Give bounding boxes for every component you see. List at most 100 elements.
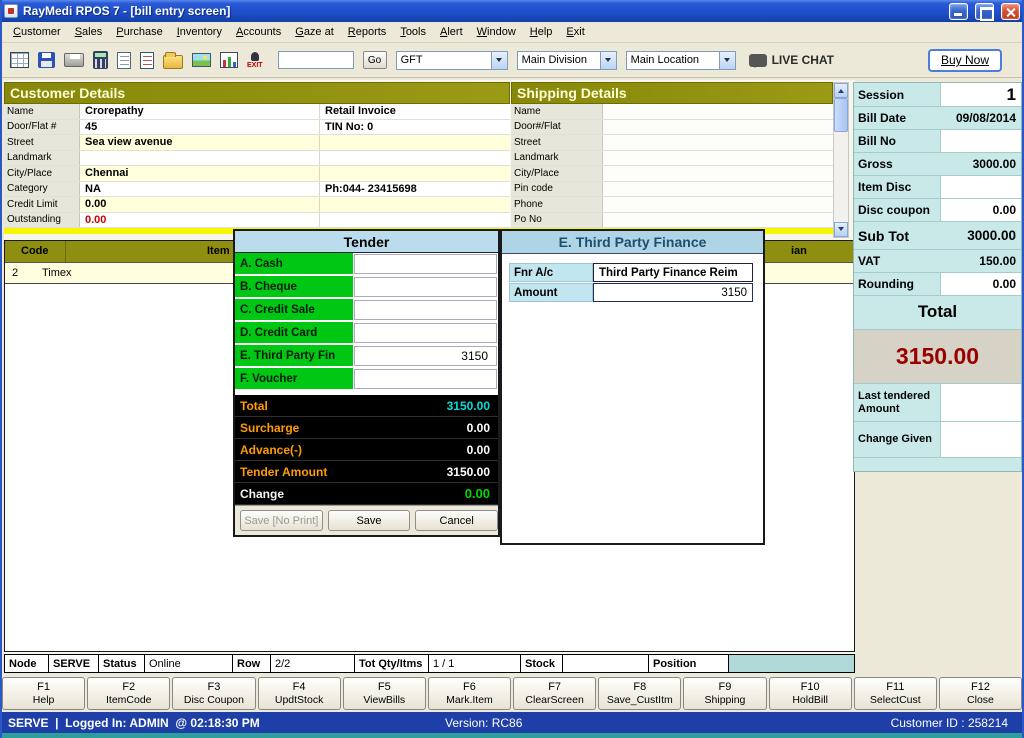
go-button[interactable]: Go — [362, 51, 387, 69]
menu-alert[interactable]: Alert — [433, 23, 470, 41]
menu-exit[interactable]: Exit — [559, 23, 591, 41]
customer-row-credit-limit: Credit Limit 0.00 — [4, 197, 510, 213]
f11-selectcust-button[interactable]: F11 SelectCust — [853, 677, 937, 710]
fkey-label: Disc Coupon — [183, 694, 244, 707]
save-bill-icon[interactable] — [38, 52, 55, 68]
version-text: Version: RC86 — [445, 715, 523, 730]
maximize-button[interactable] — [975, 2, 994, 21]
chevron-down-icon[interactable] — [718, 51, 735, 69]
open-folder-icon[interactable] — [163, 51, 183, 69]
tender-voucher-input[interactable] — [354, 369, 497, 389]
tender-credit-card-input[interactable] — [354, 323, 497, 343]
f4-updtstock-button[interactable]: F4 UpdtStock — [257, 677, 341, 710]
surcharge-label: Surcharge — [240, 420, 300, 435]
third-party-dialog-title: E. Third Party Finance — [502, 231, 763, 254]
menu-help[interactable]: Help — [523, 23, 560, 41]
tender-cash-input[interactable] — [354, 254, 497, 274]
shipping-name-field[interactable] — [603, 104, 833, 119]
branch-dropdown[interactable]: GFT — [395, 50, 508, 70]
close-button[interactable] — [1001, 2, 1020, 20]
shipping-pincode-field[interactable] — [603, 181, 833, 196]
shipping-pono-field[interactable] — [603, 212, 833, 227]
tender-credit-sale-input[interactable] — [354, 300, 497, 320]
scrollbar-track[interactable] — [834, 98, 848, 222]
f9-shipping-button[interactable]: F9 Shipping — [683, 677, 767, 710]
buy-now-button[interactable]: Buy Now — [928, 48, 1002, 72]
document-icon[interactable] — [117, 51, 131, 69]
f10-holdbill-button[interactable]: F10 HoldBill — [768, 677, 852, 710]
save-button[interactable]: Save — [327, 510, 411, 531]
menu-purchase[interactable]: Purchase — [109, 23, 169, 41]
outstanding-value[interactable]: 0.00 — [80, 212, 320, 227]
scroll-up-icon[interactable] — [834, 83, 848, 98]
fkey-code: F12 — [970, 681, 990, 693]
f2-itemcode-button[interactable]: F2 ItemCode — [87, 677, 171, 710]
field-value-2[interactable] — [320, 213, 510, 228]
scroll-down-icon[interactable] — [834, 222, 848, 237]
live-chat-button[interactable]: LIVE CHAT — [748, 53, 834, 68]
field-value-2[interactable] — [320, 151, 510, 166]
menu-gaze-at[interactable]: Gaze at — [288, 23, 341, 41]
details-scrollbar[interactable] — [833, 82, 849, 238]
cancel-button[interactable]: Cancel — [415, 510, 499, 531]
category-value[interactable]: NA — [80, 181, 320, 196]
landmark-value[interactable] — [80, 150, 320, 165]
phone-value[interactable]: Ph:044- 23415698 — [320, 182, 510, 197]
menu-inventory[interactable]: Inventory — [170, 23, 229, 41]
fnr-account-value[interactable]: Third Party Finance Reim — [593, 263, 753, 282]
field-label: Credit Limit — [4, 197, 80, 212]
field-value-2[interactable] — [320, 166, 510, 181]
door-value[interactable]: 45 — [80, 119, 320, 134]
exit-icon[interactable]: EXIT — [247, 51, 263, 69]
tin-value[interactable]: TIN No: 0 — [320, 120, 510, 135]
f1-help-button[interactable]: F1 Help — [2, 677, 86, 710]
menu-sales[interactable]: Sales — [68, 23, 110, 41]
calculator-icon[interactable] — [93, 51, 108, 69]
chevron-down-icon[interactable] — [490, 51, 507, 69]
city-value[interactable]: Chennai — [80, 166, 320, 181]
exit-figure-icon — [250, 51, 259, 61]
shipping-street-field[interactable] — [603, 135, 833, 150]
menu-window[interactable]: Window — [470, 23, 523, 41]
f3-disc-coupon-button[interactable]: F3 Disc Coupon — [172, 677, 256, 710]
field-value-2[interactable] — [320, 197, 510, 212]
shipping-city-field[interactable] — [603, 166, 833, 181]
menu-accounts[interactable]: Accounts — [229, 23, 288, 41]
save-no-print-button[interactable]: Save [No Print] — [240, 510, 323, 531]
amount-input[interactable]: 3150 — [593, 283, 753, 302]
minimize-button[interactable] — [949, 2, 968, 20]
invoice-type-value[interactable]: Retail Invoice — [320, 104, 510, 119]
field-label: Landmark — [4, 150, 80, 165]
field-value-2[interactable] — [320, 135, 510, 150]
street-value[interactable]: Sea view avenue — [80, 135, 320, 150]
f12-close-button[interactable]: F12 Close — [938, 677, 1023, 710]
print-icon[interactable] — [64, 53, 84, 67]
customer-details-header: Customer Details — [4, 82, 510, 104]
tender-third-party-input[interactable]: 3150 — [354, 346, 497, 366]
division-dropdown[interactable]: Main Division — [516, 50, 617, 70]
menu-tools[interactable]: Tools — [393, 23, 433, 41]
customer-name-value[interactable]: Crorepathy — [80, 104, 320, 119]
quick-search-input[interactable] — [277, 51, 354, 69]
f5-viewbills-button[interactable]: F5 ViewBills — [342, 677, 426, 710]
f6-mark-item-button[interactable]: F6 Mark.Item — [427, 677, 512, 710]
location-dropdown[interactable]: Main Location — [625, 50, 736, 70]
disc-coupon-value[interactable]: 0.00 — [940, 199, 1021, 221]
scrollbar-thumb[interactable] — [834, 98, 848, 132]
bill-no-value — [940, 130, 1021, 152]
tender-cheque-input[interactable] — [354, 277, 497, 297]
credit-limit-value[interactable]: 0.00 — [80, 197, 320, 212]
rounding-value[interactable]: 0.00 — [940, 273, 1021, 295]
chart-icon[interactable] — [220, 52, 238, 68]
shipping-landmark-field[interactable] — [603, 150, 833, 165]
f7-clearscreen-button[interactable]: F7 ClearScreen — [513, 677, 597, 710]
shipping-phone-field[interactable] — [603, 197, 833, 212]
menu-customer[interactable]: Customer — [6, 23, 68, 41]
document-list-icon[interactable] — [140, 51, 154, 69]
chevron-down-icon[interactable] — [599, 51, 616, 69]
bills-icon[interactable] — [10, 52, 29, 68]
menu-reports[interactable]: Reports — [341, 23, 394, 41]
shipping-door-field[interactable] — [603, 119, 833, 134]
f8-save-custitm-button[interactable]: F8 Save_CustItm — [598, 677, 682, 710]
image-icon[interactable] — [192, 53, 211, 67]
